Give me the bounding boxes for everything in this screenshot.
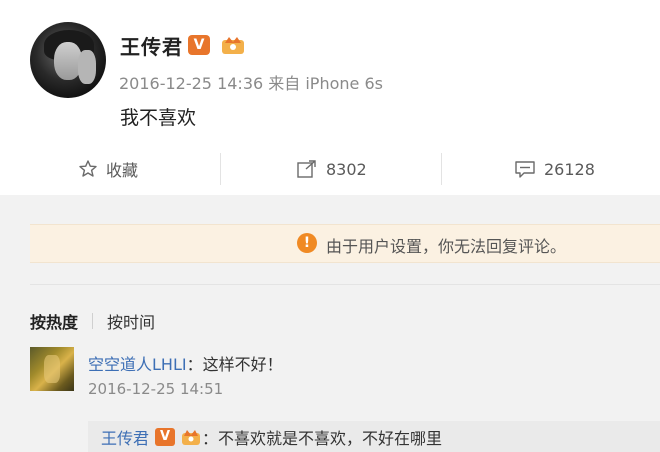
comments-area: ! 由于用户设置，你无法回复评论。 按热度 按时间 空空道人LHLI：这样不好！… [0,195,660,452]
author-avatar[interactable] [30,22,106,98]
post-card: 王传君 V 2016-12-25 14:36 来自 iPhone 6s 我不喜欢… [0,0,660,195]
repost-button[interactable]: 8302 [296,146,367,192]
warning-icon: ! [297,233,317,253]
member-crown-icon [182,430,201,445]
reply-box: 王传君 V ： 不喜欢就是不喜欢，不好在哪里 [88,421,660,452]
comment-count: 26128 [544,159,595,179]
favorite-label: 收藏 [106,161,139,180]
repost-icon [297,160,316,178]
comment-icon [515,161,535,178]
reply-author-name[interactable]: 王传君 [101,425,149,449]
star-icon [79,160,97,177]
divider [30,284,660,285]
reply-disabled-notice: ! 由于用户设置，你无法回复评论。 [30,224,660,263]
sort-tabs: 按热度 按时间 [30,310,155,332]
reply-text: 不喜欢就是不喜欢，不好在哪里 [218,429,443,448]
commenter-name[interactable]: 空空道人LHLI [88,355,187,374]
comment-item: 空空道人LHLI：这样不好！ 2016-12-25 14:51 [30,347,660,407]
repost-count: 8302 [326,159,367,179]
favorite-button[interactable]: 收藏 [78,146,138,192]
weibo-post-page: 王传君 V 2016-12-25 14:36 来自 iPhone 6s 我不喜欢… [0,0,660,452]
post-meta: 2016-12-25 14:36 来自 iPhone 6s [119,74,383,93]
tab-sort-by-hot[interactable]: 按热度 [30,309,78,333]
reply-content: 王传君 V ： 不喜欢就是不喜欢，不好在哪里 [101,425,442,449]
comment-button[interactable]: 26128 [514,146,595,192]
member-crown-icon [222,37,244,54]
comment-separator: ： [186,355,203,374]
action-bar: 收藏 8302 26128 [0,146,660,192]
verified-v-icon: V [155,428,176,446]
comment-text: 这样不好！ [202,355,283,374]
comment-time: 2016-12-25 14:51 [88,380,224,398]
author-name[interactable]: 王传君 [120,31,183,60]
comment-content: 空空道人LHLI：这样不好！ [88,351,283,375]
action-divider [220,153,221,185]
verified-v-icon: V [188,35,210,55]
reply-separator: ： [202,429,219,448]
tab-sort-by-time[interactable]: 按时间 [107,309,155,333]
action-divider [441,153,442,185]
commenter-avatar[interactable] [30,347,74,391]
tab-separator [92,313,94,329]
post-body: 我不喜欢 [120,107,197,129]
notice-text: 由于用户设置，你无法回复评论。 [326,237,567,256]
